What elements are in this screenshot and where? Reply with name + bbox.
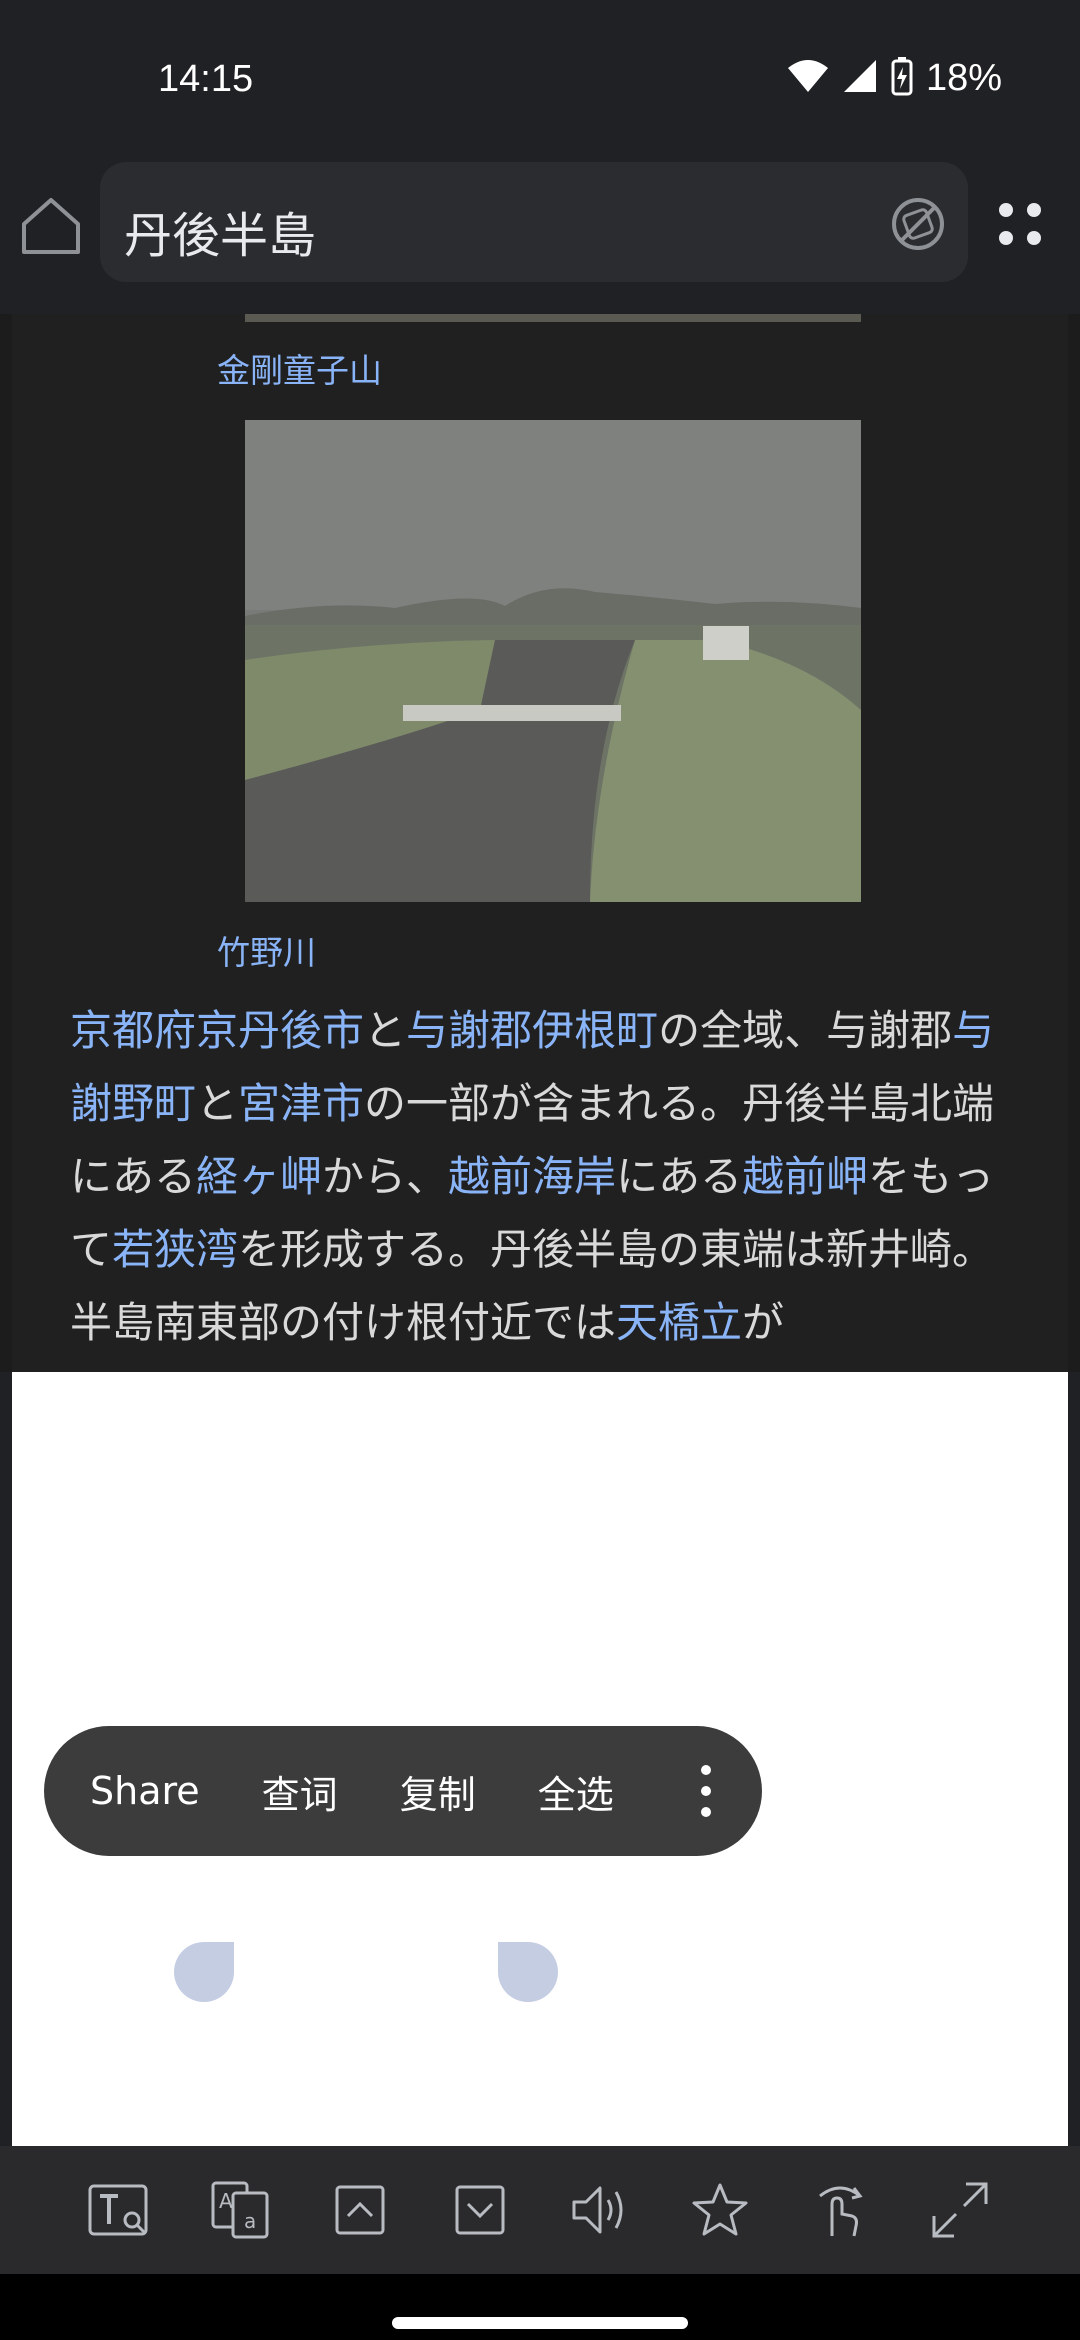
caption-takeno-river[interactable]: 竹野川 bbox=[217, 926, 316, 974]
article-body: 金剛童子山 竹野川 京都府京丹後市と与謝郡伊根町の全域、与謝郡与謝野町と宮津市の… bbox=[12, 314, 1068, 1372]
fullscreen-icon bbox=[932, 2182, 988, 2238]
menu-dots-icon[interactable] bbox=[992, 196, 1048, 252]
text-segment: から、 bbox=[322, 1152, 449, 1201]
caption-kongo-doji-san[interactable]: 金剛童子山 bbox=[217, 344, 382, 392]
read-aloud-button[interactable] bbox=[566, 2176, 634, 2244]
text-search-button[interactable] bbox=[86, 2176, 154, 2244]
web-content: 金剛童子山 竹野川 京都府京丹後市と与謝郡伊根町の全域、与謝郡与謝野町と宮津市の… bbox=[0, 314, 1080, 1372]
bookmark-star-icon bbox=[692, 2183, 748, 2236]
scroll-up-button[interactable] bbox=[326, 2176, 394, 2244]
previous-image-edge bbox=[245, 314, 861, 322]
system-nav-bar bbox=[0, 2274, 1080, 2340]
share-button[interactable]: Share bbox=[90, 1769, 200, 1813]
signal-icon bbox=[842, 58, 878, 98]
bookmark-button[interactable] bbox=[686, 2176, 754, 2244]
link-echizen-misaki[interactable]: 越前岬 bbox=[742, 1152, 868, 1201]
battery-percent: 18% bbox=[925, 56, 1002, 99]
status-bar: 14:15 18% bbox=[0, 0, 1080, 160]
address-bar[interactable]: 丹後半島 bbox=[100, 162, 968, 282]
scroll-down-icon bbox=[455, 2185, 505, 2235]
home-icon bbox=[22, 198, 80, 254]
text-segment: と bbox=[364, 1006, 407, 1055]
select-all-button[interactable]: 全选 bbox=[538, 1764, 614, 1819]
url-text: 丹後半島 bbox=[124, 208, 317, 264]
more-vertical-icon[interactable] bbox=[700, 1764, 712, 1818]
link-echizen-kaigan[interactable]: 越前海岸 bbox=[448, 1152, 616, 1201]
home-gesture-pill[interactable] bbox=[392, 2317, 688, 2329]
river-photo[interactable] bbox=[245, 420, 861, 902]
text-segment: の全域、与謝郡 bbox=[658, 1006, 953, 1055]
link-wakasa-wan[interactable]: 若狭湾 bbox=[112, 1225, 238, 1274]
fullscreen-button[interactable] bbox=[926, 2176, 994, 2244]
translate-icon: A a bbox=[211, 2181, 269, 2239]
wifi-icon bbox=[786, 58, 830, 98]
text-selection-menu: Share 查词 复制 全选 bbox=[44, 1726, 762, 1856]
text-segment: にある bbox=[616, 1152, 743, 1201]
read-aloud-icon bbox=[572, 2186, 623, 2234]
link-amanohashidate[interactable]: 天橋立 bbox=[616, 1298, 742, 1347]
status-icons: 18% bbox=[786, 56, 1002, 100]
link-miyazu-shi[interactable]: 宮津市 bbox=[238, 1079, 364, 1128]
svg-text:A: A bbox=[219, 2189, 233, 2213]
scroll-down-button[interactable] bbox=[446, 2176, 514, 2244]
copy-button[interactable]: 复制 bbox=[400, 1764, 476, 1819]
link-ine-cho[interactable]: 伊根町 bbox=[532, 1006, 658, 1055]
link-kyogamisaki[interactable]: 経ヶ岬 bbox=[196, 1152, 322, 1201]
svg-text:a: a bbox=[244, 2209, 256, 2233]
link-kyoto-fu[interactable]: 京都府 bbox=[70, 1006, 196, 1055]
scroll-up-icon bbox=[335, 2185, 385, 2235]
battery-charging-icon bbox=[890, 56, 914, 100]
text-search-icon bbox=[88, 2184, 148, 2236]
gesture-button[interactable] bbox=[806, 2176, 874, 2244]
article-paragraph: 京都府京丹後市と与謝郡伊根町の全域、与謝郡与謝野町と宮津市の一部が含まれる。丹後… bbox=[70, 994, 1010, 1359]
home-button[interactable] bbox=[16, 190, 86, 260]
selection-handle-start[interactable] bbox=[174, 1942, 234, 2002]
no-tracking-icon[interactable] bbox=[890, 196, 946, 252]
link-kyotango-shi[interactable]: 京丹後市 bbox=[196, 1006, 364, 1055]
gesture-icon bbox=[819, 2186, 863, 2237]
selection-handle-end[interactable] bbox=[498, 1942, 558, 2002]
browser-toolbar: 丹後半島 bbox=[0, 160, 1080, 314]
bottom-toolbar: A a bbox=[0, 2146, 1080, 2274]
lookup-button[interactable]: 查词 bbox=[262, 1764, 338, 1819]
text-segment: が bbox=[742, 1298, 785, 1347]
status-time: 14:15 bbox=[158, 58, 254, 100]
translate-button[interactable]: A a bbox=[206, 2176, 274, 2244]
link-yosa-gun[interactable]: 与謝郡 bbox=[406, 1006, 532, 1055]
text-segment: と bbox=[196, 1079, 239, 1128]
